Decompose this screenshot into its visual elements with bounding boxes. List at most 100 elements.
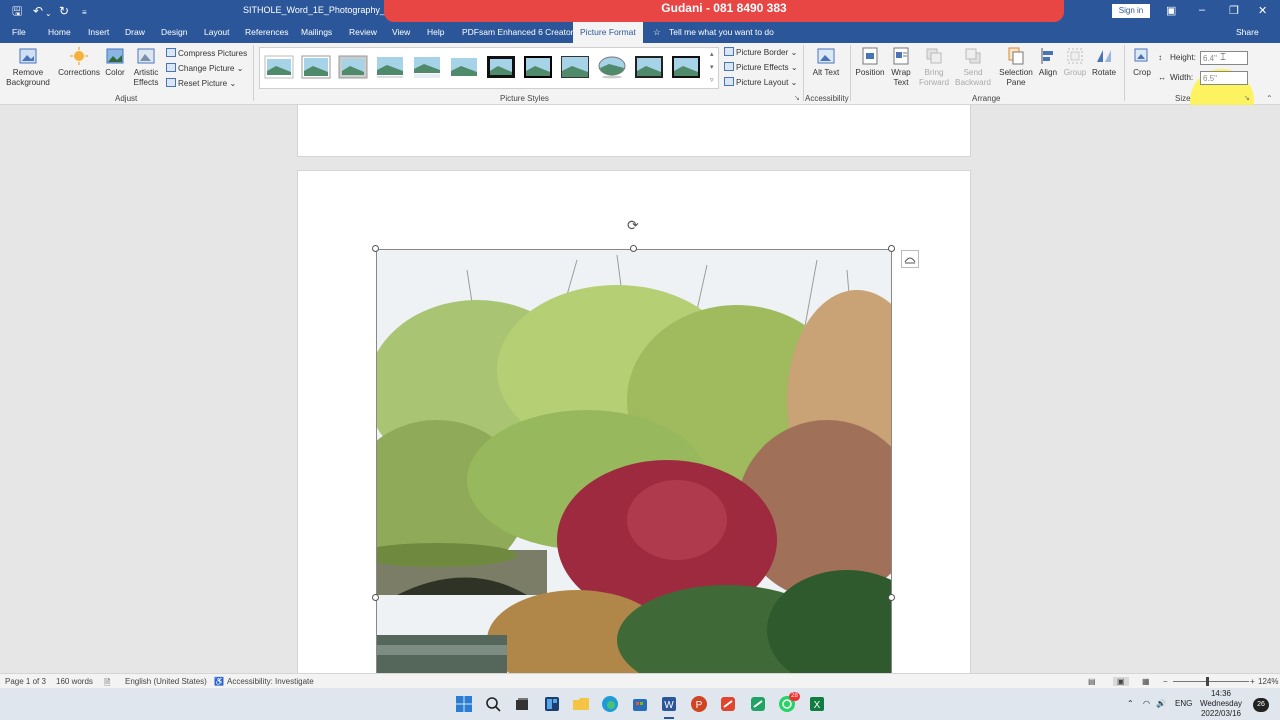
selection-pane-button[interactable]: Selection Pane — [996, 47, 1036, 88]
width-input[interactable] — [1200, 71, 1248, 85]
task-view-icon[interactable] — [513, 695, 531, 713]
picture-style-3[interactable] — [338, 55, 368, 79]
powerpoint-icon[interactable]: P — [690, 695, 708, 713]
remove-background-button[interactable]: Remove Background — [5, 47, 51, 88]
compress-pictures-button[interactable]: Compress Pictures — [166, 48, 247, 58]
language-status[interactable]: English (United States) — [125, 677, 207, 686]
picture-style-11[interactable] — [634, 55, 664, 79]
edge-icon[interactable] — [601, 695, 619, 713]
minimize-icon[interactable]: – — [1199, 4, 1205, 16]
zoom-level[interactable]: 124% — [1258, 677, 1278, 686]
zoom-in-icon[interactable]: + — [1250, 677, 1255, 686]
resize-handle-right[interactable] — [888, 594, 895, 601]
share-button[interactable]: Share — [1236, 27, 1259, 37]
alt-text-button[interactable]: Alt Text — [810, 47, 842, 78]
picture-style-12[interactable] — [671, 55, 701, 79]
picture-style-1[interactable] — [264, 55, 294, 79]
picture-border-button[interactable]: Picture Border ⌄ — [724, 47, 798, 57]
tab-mailings[interactable]: Mailings — [301, 27, 332, 37]
restore-icon[interactable]: ❐ — [1229, 4, 1239, 17]
accessibility-status[interactable]: Accessibility: Investigate — [227, 677, 314, 686]
resize-handle-top-left[interactable] — [372, 245, 379, 252]
tab-picture-format[interactable]: Picture Format — [573, 22, 643, 43]
excel-icon[interactable]: X — [808, 695, 826, 713]
undo-icon[interactable]: ↶ — [33, 4, 43, 18]
search-icon[interactable] — [484, 695, 502, 713]
picture-style-2[interactable] — [301, 55, 331, 79]
save-icon[interactable]: 🖫 — [12, 4, 22, 18]
send-backward-button[interactable]: Send Backward — [954, 47, 992, 88]
read-mode-icon[interactable]: ▤ — [1088, 677, 1096, 686]
word-count[interactable]: 160 words — [56, 677, 93, 686]
tell-me-search[interactable]: Tell me what you want to do — [669, 27, 774, 37]
picture-style-5[interactable] — [412, 55, 442, 79]
store-icon[interactable] — [631, 695, 649, 713]
crop-button[interactable]: Crop — [1129, 47, 1155, 78]
widgets-icon[interactable] — [543, 695, 561, 713]
picture-style-8[interactable] — [523, 55, 553, 79]
layout-options-button[interactable] — [901, 250, 919, 268]
picture-effects-button[interactable]: Picture Effects ⌄ — [724, 62, 798, 72]
position-button[interactable]: Position — [855, 47, 885, 78]
resize-handle-top-right[interactable] — [888, 245, 895, 252]
volume-icon[interactable]: 🔊 — [1156, 699, 1166, 709]
picture-style-9[interactable] — [560, 55, 590, 79]
tab-insert[interactable]: Insert — [88, 27, 109, 37]
resize-handle-left[interactable] — [372, 594, 379, 601]
corrections-button[interactable]: Corrections — [56, 47, 102, 78]
tab-design[interactable]: Design — [161, 27, 187, 37]
collapse-ribbon-icon[interactable]: ⌃ — [1266, 94, 1273, 103]
color-button[interactable]: Color — [101, 47, 129, 78]
picture-style-7[interactable] — [486, 55, 516, 79]
size-dialog-launcher-icon[interactable]: ↘ — [1244, 94, 1250, 102]
windows-start-icon[interactable] — [455, 695, 473, 713]
selected-picture[interactable] — [376, 249, 892, 673]
notification-count[interactable]: 26 — [1253, 698, 1269, 712]
align-button[interactable]: Align — [1036, 47, 1060, 78]
app-green-icon[interactable] — [749, 695, 767, 713]
tab-file[interactable]: File — [12, 27, 26, 37]
group-button[interactable]: Group — [1061, 47, 1089, 78]
zoom-slider-thumb[interactable] — [1206, 677, 1209, 686]
picture-style-6[interactable] — [449, 55, 479, 79]
customize-toolbar-icon[interactable]: ≡ — [82, 6, 87, 20]
tab-review[interactable]: Review — [349, 27, 377, 37]
picture-layout-button[interactable]: Picture Layout ⌄ — [724, 77, 798, 87]
wrap-text-button[interactable]: Wrap Text — [887, 47, 915, 88]
undo-dropdown-icon[interactable]: ⌄ — [45, 7, 52, 21]
print-layout-icon[interactable]: ▣ — [1113, 677, 1129, 686]
wifi-icon[interactable]: ◠ — [1143, 699, 1150, 709]
app-red-icon[interactable] — [719, 695, 737, 713]
web-layout-icon[interactable]: ▦ — [1142, 677, 1150, 686]
gallery-more-icon[interactable]: ▿ — [710, 76, 714, 84]
tab-layout[interactable]: Layout — [204, 27, 230, 37]
zoom-slider[interactable] — [1173, 681, 1249, 682]
tab-references[interactable]: References — [245, 27, 288, 37]
word-icon[interactable]: W — [660, 695, 678, 713]
zoom-out-icon[interactable]: − — [1163, 677, 1168, 686]
tab-home[interactable]: Home — [48, 27, 71, 37]
gallery-scroll-up-icon[interactable]: ▴ — [710, 50, 714, 58]
sign-in-button[interactable]: Sign in — [1112, 4, 1150, 18]
bring-forward-button[interactable]: Bring Forward — [916, 47, 952, 88]
gallery-scroll-down-icon[interactable]: ▾ — [710, 63, 714, 71]
rotate-button[interactable]: Rotate — [1090, 47, 1118, 78]
tab-help[interactable]: Help — [427, 27, 444, 37]
input-language[interactable]: ENG — [1175, 699, 1192, 709]
resize-handle-top[interactable] — [630, 245, 637, 252]
chevron-up-icon[interactable]: ⌃ — [1127, 699, 1134, 709]
close-icon[interactable]: ✕ — [1258, 4, 1267, 17]
tab-pdfsam[interactable]: PDFsam Enhanced 6 Creator — [462, 27, 574, 37]
file-explorer-icon[interactable] — [572, 695, 590, 713]
picture-style-4[interactable] — [375, 55, 405, 79]
change-picture-button[interactable]: Change Picture ⌄ — [166, 63, 244, 73]
redo-icon[interactable]: ↻ — [59, 4, 69, 18]
ribbon-display-icon[interactable]: ▣ — [1166, 4, 1176, 17]
reset-picture-button[interactable]: Reset Picture ⌄ — [166, 78, 236, 88]
picture-style-10[interactable] — [597, 55, 627, 79]
tab-view[interactable]: View — [392, 27, 410, 37]
rotate-handle-icon[interactable]: ⟳ — [627, 217, 639, 234]
dialog-launcher-icon[interactable]: ↘ — [794, 94, 800, 102]
page-count[interactable]: Page 1 of 3 — [5, 677, 46, 686]
clock[interactable]: 14:36 Wednesday 2022/03/16 — [1196, 689, 1246, 719]
